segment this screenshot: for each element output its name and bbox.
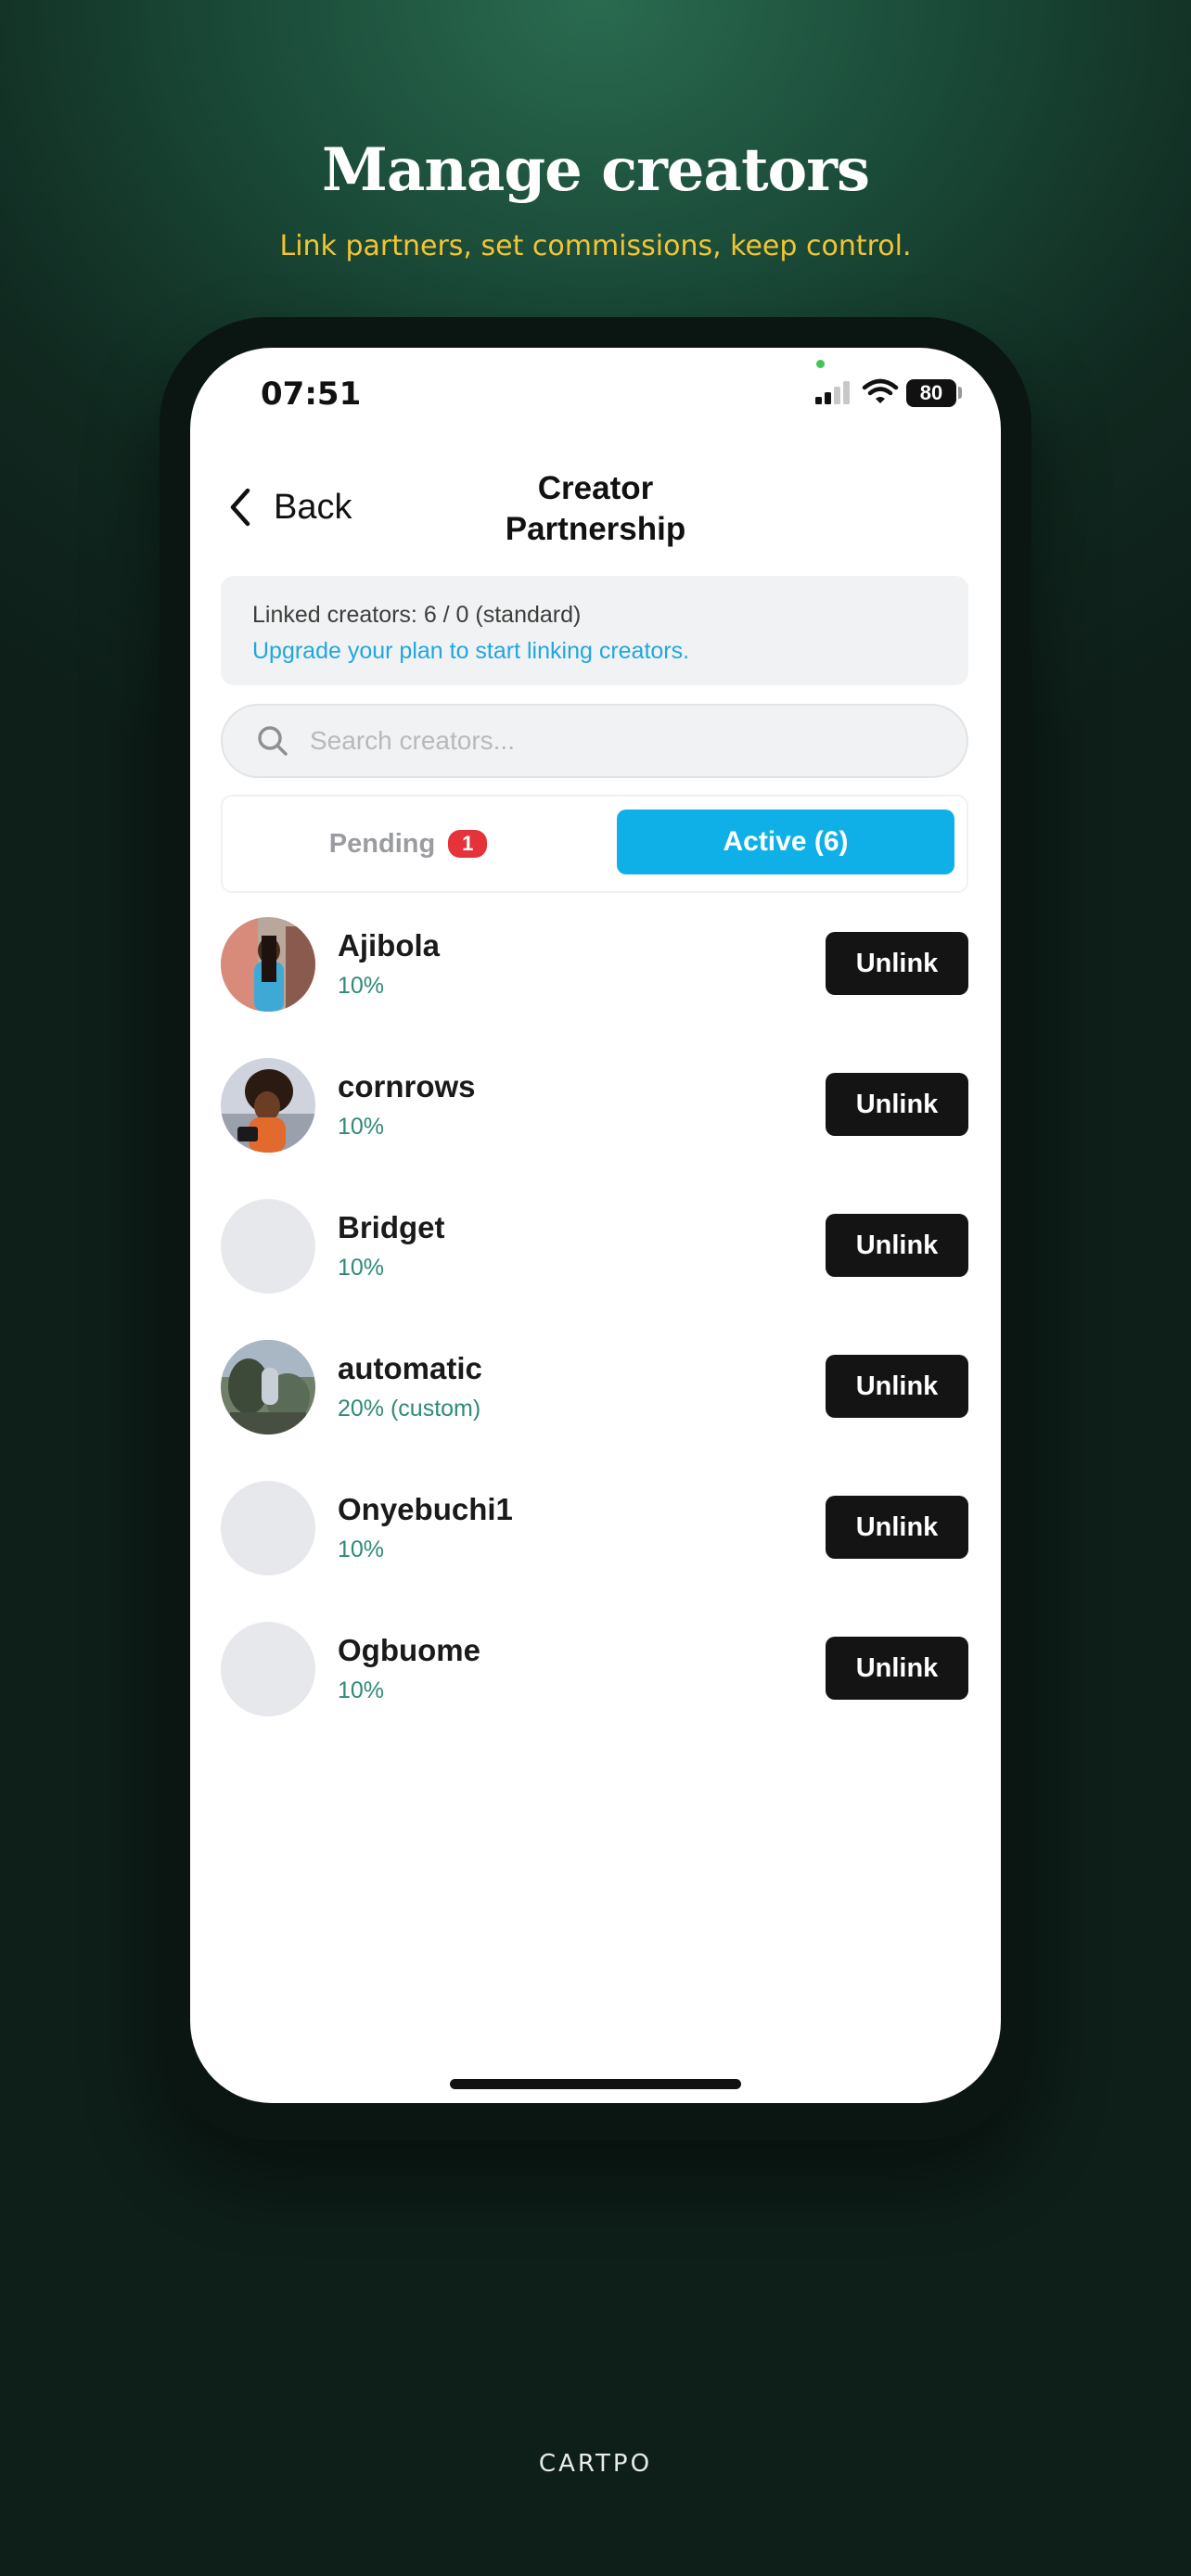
avatar-placeholder [221, 1481, 315, 1575]
creator-name: automatic [338, 1351, 482, 1385]
creator-name: cornrows [338, 1069, 476, 1103]
creator-row: automatic 20% (custom) Unlink [221, 1340, 968, 1440]
creator-commission: 10% [338, 1677, 385, 1703]
tab-active[interactable]: Active (6) [617, 810, 954, 874]
back-button[interactable]: Back [227, 479, 352, 535]
avatar-photo-icon [221, 1340, 315, 1435]
avatar [221, 1058, 315, 1153]
search-bar[interactable] [221, 704, 968, 778]
creator-name: Bridget [338, 1210, 445, 1244]
unlink-button[interactable]: Unlink [826, 1637, 968, 1700]
creator-row: cornrows 10% Unlink [221, 1058, 968, 1158]
creator-name: Onyebuchi1 [338, 1492, 513, 1526]
avatar [221, 1340, 315, 1435]
linked-creators-count: Linked creators: 6 / 0 (standard) [252, 602, 582, 628]
avatar-placeholder [221, 1622, 315, 1716]
status-tabs: Pending 1 Active (6) [221, 795, 968, 893]
page-title: Creator Partnership [505, 470, 686, 547]
chevron-left-icon [230, 488, 250, 527]
avatar-photo-icon [221, 1058, 315, 1153]
creator-row: Bridget 10% Unlink [221, 1199, 968, 1299]
avatar-photo-icon [221, 917, 315, 1012]
avatar-placeholder [221, 1199, 315, 1294]
creator-commission: 20% (custom) [338, 1396, 481, 1422]
unlink-button[interactable]: Unlink [826, 932, 968, 995]
pending-count-badge: 1 [448, 830, 488, 858]
avatar [221, 917, 315, 1012]
tab-pending[interactable]: Pending 1 [223, 797, 594, 891]
back-label: Back [274, 487, 352, 527]
wifi-icon [862, 378, 899, 403]
status-time: 07:51 [261, 376, 362, 413]
linked-creators-card: Linked creators: 6 / 0 (standard) Upgrad… [221, 576, 968, 685]
search-input[interactable] [308, 725, 942, 757]
cellular-signal-icon [815, 381, 850, 404]
creator-commission: 10% [338, 1255, 385, 1281]
marketing-headline: Manage creators [322, 135, 870, 205]
camera-indicator-dot [816, 360, 825, 368]
unlink-button[interactable]: Unlink [826, 1214, 968, 1277]
battery-tip [958, 387, 962, 399]
creator-commission: 10% [338, 1114, 385, 1140]
brand-footer: CARTPO [538, 2450, 653, 2478]
creator-commission: 10% [338, 973, 385, 999]
battery-icon: 80 [906, 379, 956, 407]
creator-name: Ajibola [338, 928, 441, 963]
search-icon [258, 726, 288, 756]
creator-row: Onyebuchi1 10% Unlink [221, 1481, 968, 1581]
unlink-button[interactable]: Unlink [826, 1496, 968, 1559]
home-indicator[interactable] [450, 2079, 741, 2089]
upgrade-plan-link[interactable]: Upgrade your plan to start linking creat… [252, 638, 937, 665]
unlink-button[interactable]: Unlink [826, 1073, 968, 1136]
tab-pending-label: Pending [328, 828, 436, 859]
marketing-subline: Link partners, set commissions, keep con… [279, 230, 912, 262]
creator-row: Ajibola 10% Unlink [221, 917, 968, 1017]
creator-name: Ogbuome [338, 1633, 480, 1667]
phone-screen: 07:51 80 Back Creator Partnership Linked… [190, 348, 1001, 2103]
unlink-button[interactable]: Unlink [826, 1355, 968, 1418]
creator-commission: 10% [338, 1537, 385, 1562]
creator-row: Ogbuome 10% Unlink [221, 1622, 968, 1722]
